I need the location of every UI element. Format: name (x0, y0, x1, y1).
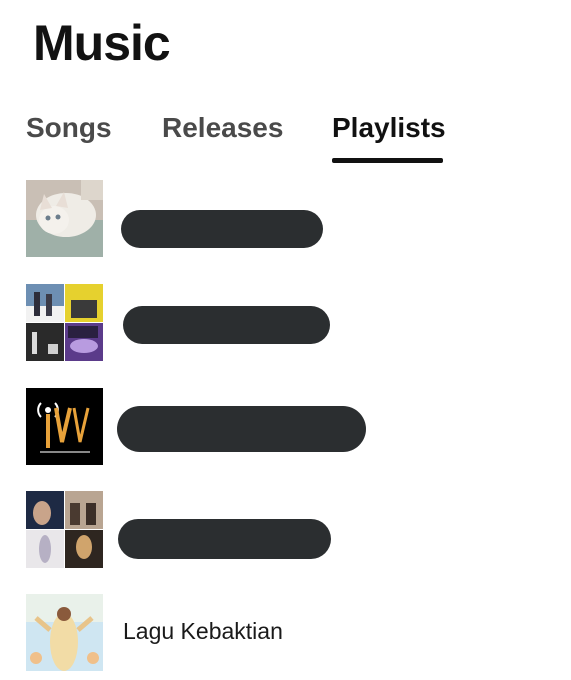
playlist-cover-image (26, 388, 103, 465)
playlist-cover-image (26, 180, 103, 257)
playlist-cover-image (26, 594, 103, 671)
playlist-name: Lagu Kebaktian (123, 618, 283, 644)
playlist-cover-image (26, 284, 103, 361)
playlist-name-redacted (117, 406, 366, 452)
tab-playlists[interactable]: Playlists (332, 112, 446, 144)
playlist-name-redacted (123, 306, 330, 344)
playlist-cover-image (26, 491, 103, 568)
playlist-item[interactable] (26, 284, 546, 362)
tab-bar: Songs Releases Playlists (0, 112, 571, 168)
page-title: Music (33, 15, 171, 71)
active-tab-indicator (332, 158, 443, 163)
tab-releases[interactable]: Releases (162, 112, 283, 144)
playlist-name-redacted (121, 210, 323, 248)
playlist-item[interactable] (26, 388, 546, 466)
playlist-item[interactable] (26, 180, 546, 258)
playlist-item[interactable] (26, 491, 546, 569)
playlist-name-redacted (118, 519, 331, 559)
playlist-item[interactable]: Lagu Kebaktian (26, 594, 546, 672)
tab-songs[interactable]: Songs (26, 112, 112, 144)
